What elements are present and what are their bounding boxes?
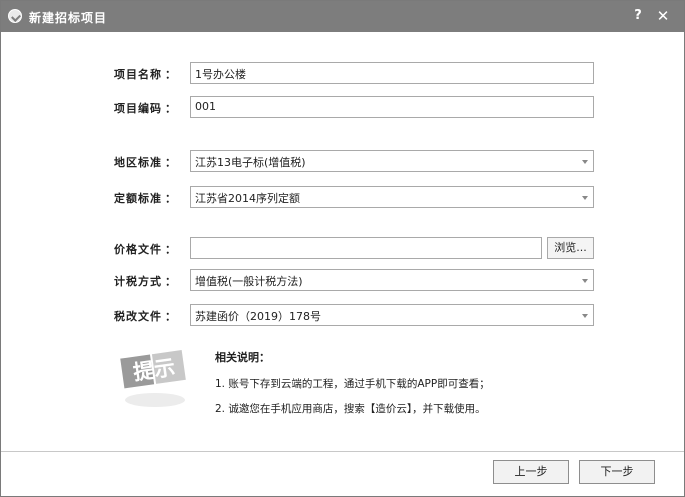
- tax-method-row: 计税方式 ： 增值税(一般计税方法): [1, 269, 684, 292]
- price-file-input[interactable]: [190, 237, 542, 259]
- tax-method-colon: ：: [165, 275, 176, 288]
- chevron-down-icon[interactable]: [582, 160, 588, 164]
- hint-icon: 提示: [120, 350, 186, 407]
- project-code-input[interactable]: 001: [190, 96, 594, 118]
- tax-reform-file-label: 税改文件: [114, 310, 162, 323]
- footer-divider: [1, 451, 684, 452]
- tax-reform-file-value: 苏建函价（2019）178号: [195, 310, 321, 323]
- quota-standard-row: 定额标准 ： 江苏省2014序列定额: [1, 186, 684, 209]
- tax-method-select[interactable]: 增值税(一般计税方法): [190, 269, 594, 291]
- tax-method-value: 增值税(一般计税方法): [195, 275, 303, 288]
- project-name-label: 项目名称: [114, 68, 162, 81]
- hint-title: 相关说明：: [215, 351, 270, 364]
- region-standard-row: 地区标准 ： 江苏13电子标(增值税): [1, 150, 684, 173]
- hint-line-2: 2. 诚邀您在手机应用商店，搜索【造价云】，并下载使用。: [215, 403, 486, 415]
- project-code-colon: ：: [165, 102, 176, 115]
- quota-standard-colon: ：: [165, 192, 176, 205]
- previous-step-button[interactable]: 上一步: [493, 460, 569, 484]
- title-bar[interactable]: 新建招标项目 ? ✕: [1, 1, 684, 32]
- app-logo-icon: [8, 9, 22, 23]
- region-standard-label: 地区标准: [114, 156, 162, 169]
- chevron-down-icon[interactable]: [582, 196, 588, 200]
- hint-line-1: 1. 账号下存到云端的工程，通过手机下载的APP即可查看；: [215, 378, 490, 390]
- region-standard-select[interactable]: 江苏13电子标(增值税): [190, 150, 594, 172]
- region-standard-value: 江苏13电子标(增值税): [195, 156, 306, 169]
- chevron-down-icon[interactable]: [582, 314, 588, 318]
- quota-standard-select[interactable]: 江苏省2014序列定额: [190, 186, 594, 208]
- project-name-row: 项目名称 ： 1号办公楼: [1, 62, 684, 85]
- quota-standard-value: 江苏省2014序列定额: [195, 192, 300, 205]
- help-button[interactable]: ?: [629, 7, 647, 25]
- project-code-row: 项目编码 ： 001: [1, 96, 684, 119]
- project-name-input[interactable]: 1号办公楼: [190, 62, 594, 84]
- tax-reform-file-select[interactable]: 苏建函价（2019）178号: [190, 304, 594, 326]
- browse-button[interactable]: 浏览...: [547, 237, 594, 259]
- chevron-down-icon[interactable]: [582, 279, 588, 283]
- tax-reform-file-row: 税改文件 ： 苏建函价（2019）178号: [1, 304, 684, 327]
- region-standard-colon: ：: [165, 156, 176, 169]
- window-title: 新建招标项目: [29, 11, 108, 25]
- tax-method-label: 计税方式: [114, 275, 162, 288]
- tax-reform-file-colon: ：: [165, 310, 176, 323]
- project-name-colon: ：: [165, 68, 176, 81]
- price-file-row: 价格文件 ： 浏览...: [1, 237, 684, 260]
- price-file-colon: ：: [165, 243, 176, 256]
- quota-standard-label: 定额标准: [114, 192, 162, 205]
- price-file-label: 价格文件: [114, 243, 162, 256]
- close-button[interactable]: ✕: [654, 7, 672, 25]
- project-code-label: 项目编码: [114, 102, 162, 115]
- next-step-button[interactable]: 下一步: [579, 460, 655, 484]
- new-bid-project-dialog: 新建招标项目 ? ✕ 项目名称 ： 1号办公楼 项目编码 ： 001 地区标准 …: [0, 0, 685, 497]
